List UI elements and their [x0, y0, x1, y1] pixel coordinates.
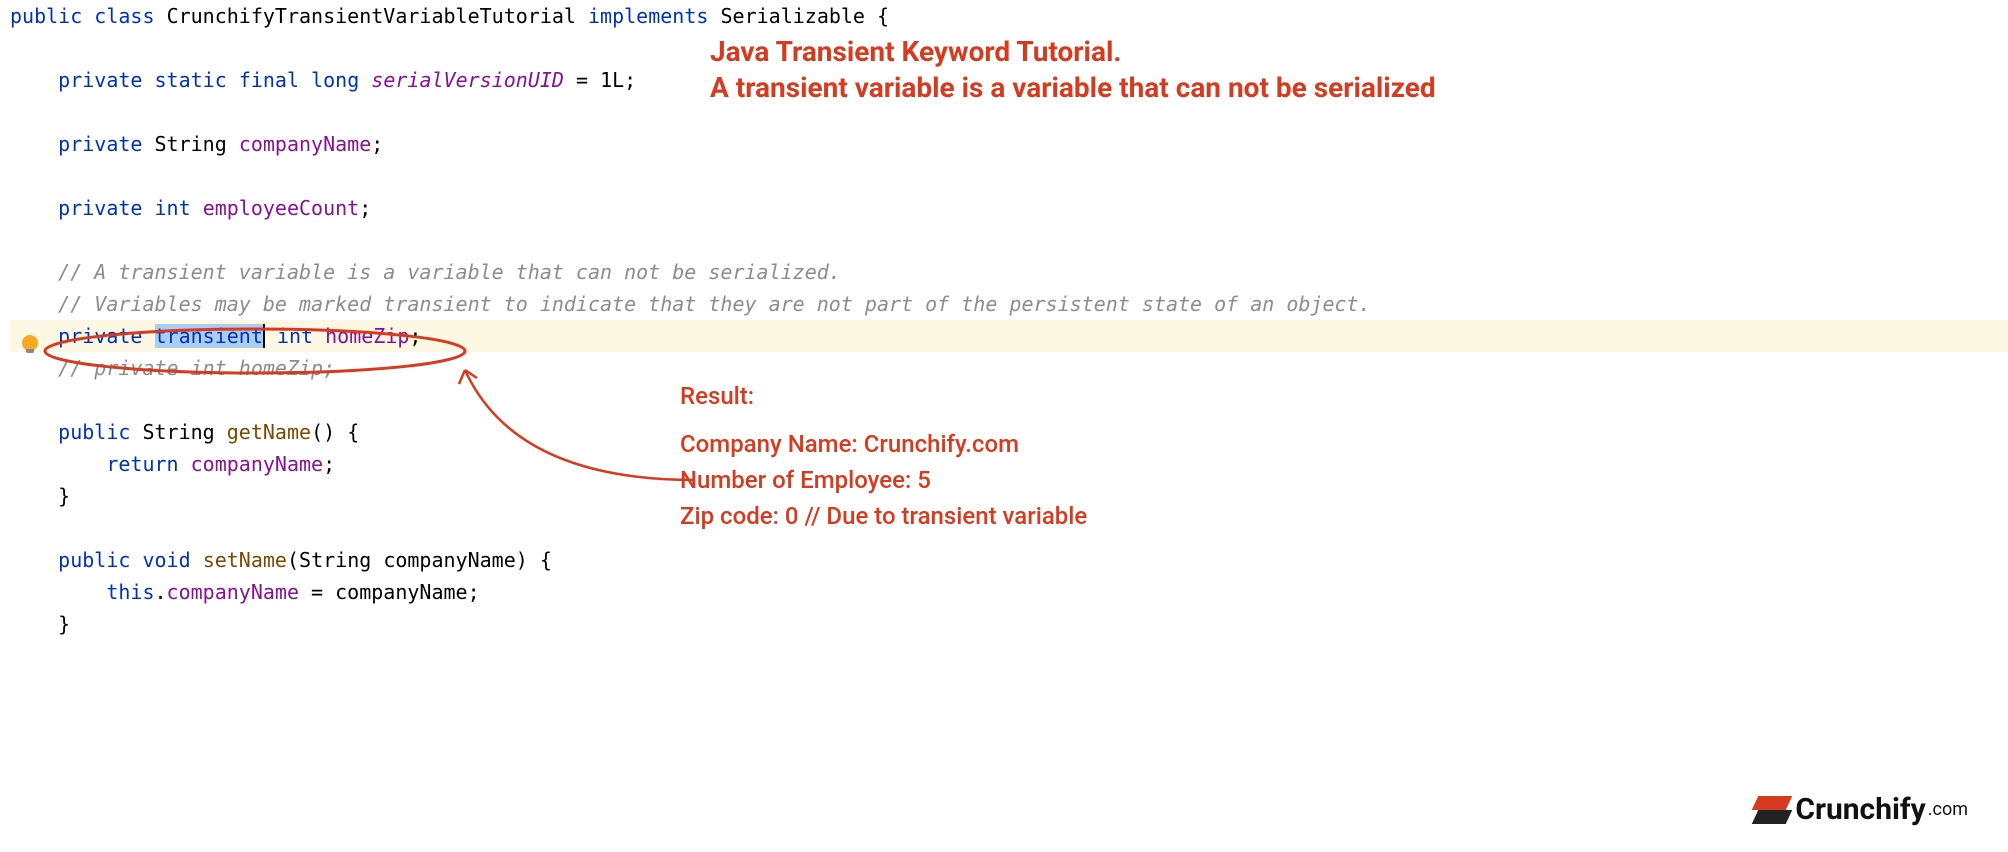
method-setname: setName — [203, 548, 287, 572]
brace: { — [335, 420, 359, 444]
dot: . — [155, 580, 167, 604]
assignment: = companyName; — [299, 580, 480, 604]
field-employeecount: employeeCount — [203, 196, 360, 220]
field-companyname: companyName — [167, 580, 299, 604]
brace: } — [58, 484, 70, 508]
keyword-public: public — [58, 548, 130, 572]
keyword-final: final — [239, 68, 299, 92]
result-line: Company Name: Crunchify.com — [680, 426, 1087, 462]
annotation-title-line1: Java Transient Keyword Tutorial. — [710, 34, 1436, 70]
editor-gutter — [0, 0, 30, 852]
crunchify-logo-icon — [1755, 796, 1789, 824]
field-homezip: homeZip — [325, 324, 409, 348]
result-line: Zip code: 0 // Due to transient variable — [680, 498, 1087, 534]
type-string: String — [142, 420, 214, 444]
keyword-private: private — [58, 324, 142, 348]
keyword-long: long — [311, 68, 359, 92]
highlighted-line: private transient int homeZip; — [10, 320, 2008, 352]
semicolon: ; — [359, 196, 371, 220]
field-companyname: companyName — [239, 132, 371, 156]
crunchify-logo: Crunchify.com — [1755, 786, 1968, 834]
keyword-void: void — [142, 548, 190, 572]
method-getname: getName — [227, 420, 311, 444]
keyword-private: private — [58, 68, 142, 92]
class-name: CrunchifyTransientVariableTutorial — [167, 4, 576, 28]
logo-text: Crunchify — [1795, 786, 1925, 834]
keyword-private: private — [58, 196, 142, 220]
semicolon: ; — [409, 324, 421, 348]
interface-name: Serializable — [720, 4, 865, 28]
field-companyname: companyName — [191, 452, 323, 476]
keyword-implements: implements — [588, 4, 708, 28]
keyword-public: public — [58, 420, 130, 444]
lightbulb-icon[interactable] — [22, 335, 38, 351]
code-comment: // A transient variable is a variable th… — [58, 260, 841, 284]
type-string: String — [155, 132, 227, 156]
field-serialversionuid: serialVersionUID — [371, 68, 564, 92]
result-line: Number of Employee: 5 — [680, 462, 1087, 498]
keyword-int: int — [155, 196, 191, 220]
parens: () — [311, 420, 335, 444]
literal: = 1L; — [564, 68, 636, 92]
keyword-return: return — [106, 452, 178, 476]
keyword-private: private — [58, 132, 142, 156]
semicolon: ; — [323, 452, 335, 476]
annotation-title-line2: A transient variable is a variable that … — [710, 70, 1436, 106]
logo-suffix: .com — [1928, 796, 1968, 825]
keyword-static: static — [155, 68, 227, 92]
brace: { — [877, 4, 889, 28]
keyword-class: class — [94, 4, 154, 28]
keyword-this: this — [106, 580, 154, 604]
brace: } — [58, 612, 70, 636]
result-heading: Result: — [680, 378, 1087, 414]
keyword-int: int — [277, 324, 313, 348]
keyword-transient-selected: transient — [155, 324, 265, 348]
semicolon: ; — [371, 132, 383, 156]
params: (String companyName) { — [287, 548, 552, 572]
code-comment: // private int homeZip; — [58, 356, 335, 380]
annotation-title: Java Transient Keyword Tutorial. A trans… — [710, 34, 1436, 107]
code-comment: // Variables may be marked transient to … — [58, 292, 1370, 316]
annotation-result: Result: Company Name: Crunchify.com Numb… — [680, 378, 1087, 534]
